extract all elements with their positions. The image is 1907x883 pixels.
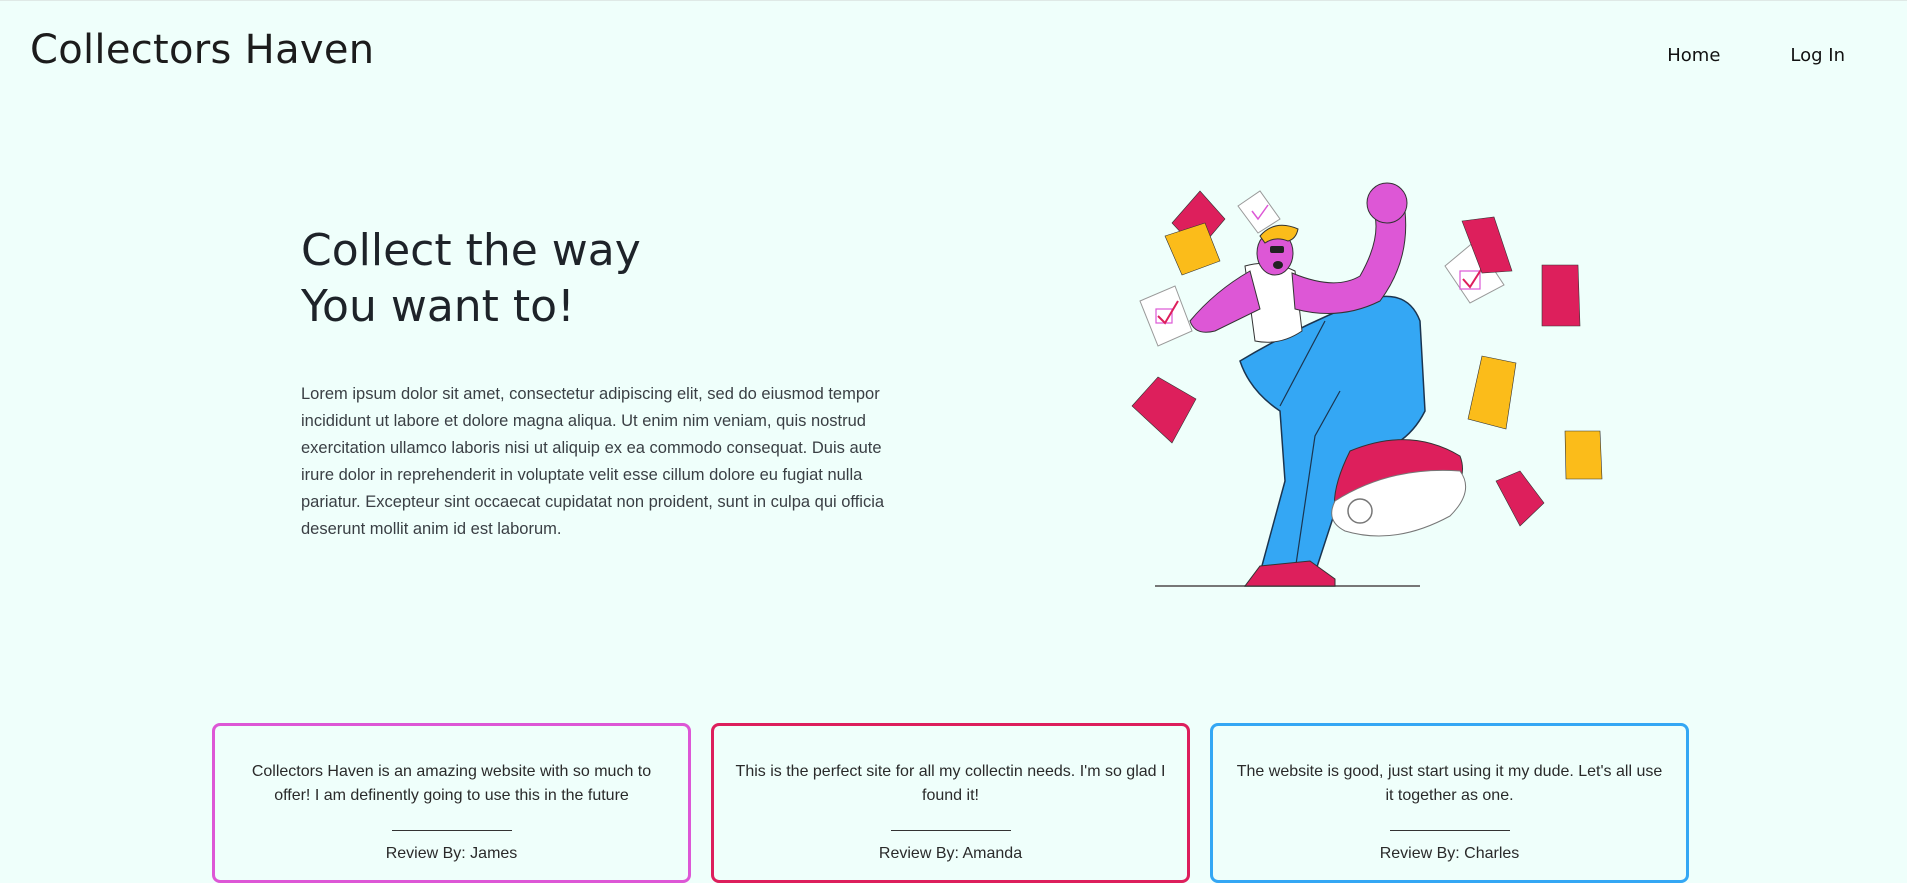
hero-title-line2: You want to! (301, 281, 575, 332)
reviews-section: Collectors Haven is an amazing website w… (212, 723, 1689, 883)
page: Collectors Haven Home Log In Collect the… (0, 0, 1907, 883)
review-card: The website is good, just start using it… (1210, 723, 1689, 883)
hero-description: Lorem ipsum dolor sit amet, consectetur … (301, 385, 885, 538)
nav-home-link[interactable]: Home (1667, 45, 1720, 66)
review-divider (1389, 830, 1510, 831)
hero-title-line1: Collect the way (301, 225, 641, 276)
paper-check-2 (1139, 285, 1193, 347)
review-author: Review By: James (385, 845, 518, 862)
paper-red-4 (1541, 264, 1581, 327)
review-divider (391, 830, 512, 831)
review-text: The website is good, just start using it… (1236, 763, 1663, 804)
person-fist (1366, 182, 1408, 224)
review-card: Collectors Haven is an amazing website w… (212, 723, 691, 883)
review-author: Review By: Amanda (878, 845, 1023, 862)
review-text: Collectors Haven is an amazing website w… (251, 763, 652, 804)
top-nav: Home Log In (1667, 45, 1845, 66)
shoe-left (1244, 560, 1336, 587)
review-divider (890, 830, 1011, 831)
nav-login-link[interactable]: Log In (1790, 45, 1845, 66)
paper-red-5 (1495, 470, 1545, 527)
paper-yellow-3 (1564, 430, 1603, 480)
review-text: This is the perfect site for all my coll… (735, 763, 1166, 804)
review-card: This is the perfect site for all my coll… (711, 723, 1190, 883)
person-glasses (1270, 246, 1284, 253)
person-arm-left (1189, 270, 1261, 333)
hero-illustration (1131, 182, 1603, 587)
review-author: Review By: Charles (1379, 845, 1520, 862)
paper-red-2 (1131, 376, 1197, 444)
paper-yellow-2 (1467, 355, 1517, 430)
hero-title: Collect the way You want to! (301, 223, 641, 335)
brand-logo[interactable]: Collectors Haven (30, 27, 374, 73)
